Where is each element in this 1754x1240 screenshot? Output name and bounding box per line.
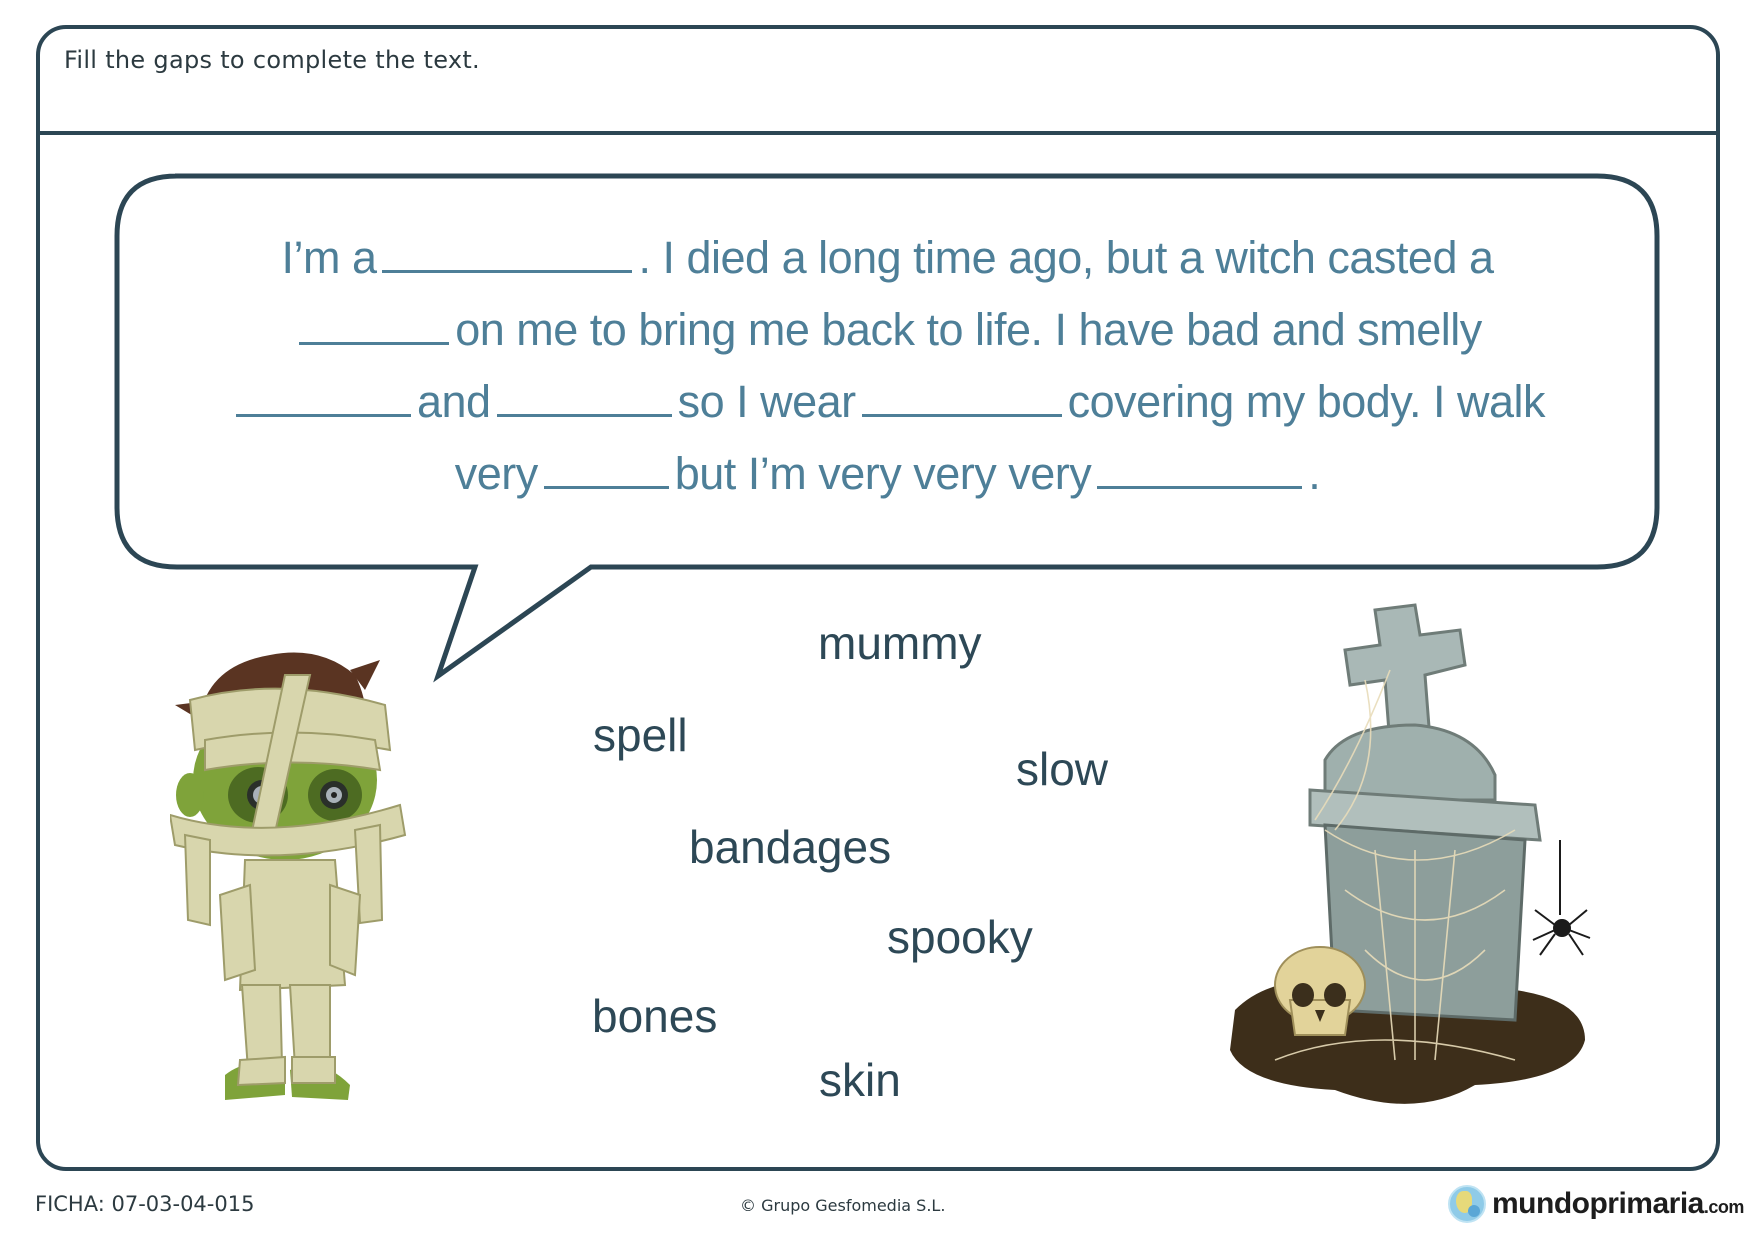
- word-bank-item: skin: [819, 1054, 901, 1106]
- spider: [1532, 840, 1591, 956]
- text-segment: but I’m very very very: [674, 448, 1092, 499]
- gap-fill-text: I’m a . I died a long time ago, but a wit…: [130, 222, 1645, 510]
- text-line: I’m a . I died a long time ago, but a wit…: [130, 222, 1645, 294]
- text-line: on me to bring me back to life. I have b…: [130, 294, 1645, 366]
- text-line: very but I’m very very very.: [130, 438, 1645, 510]
- mummy-feet: [225, 1055, 350, 1100]
- mummy-illustration: [170, 652, 407, 1100]
- answer-blank[interactable]: [299, 306, 450, 345]
- logo-name: mundoprimaria: [1492, 1187, 1704, 1220]
- text-segment: so I wear: [677, 376, 857, 427]
- answer-blank[interactable]: [496, 378, 672, 417]
- answer-blank[interactable]: [235, 378, 411, 417]
- word-bank-item: mummy: [818, 617, 982, 669]
- text-segment: very: [454, 448, 539, 499]
- answer-blank[interactable]: [861, 378, 1062, 417]
- answer-blank[interactable]: [543, 450, 669, 489]
- word-bank-item: spooky: [887, 911, 1033, 963]
- text-segment: I’m a: [281, 232, 377, 283]
- text-segment: covering my body. I walk: [1067, 376, 1546, 427]
- answer-blank[interactable]: [1097, 450, 1303, 489]
- logo-tld: .com: [1703, 1197, 1745, 1217]
- logo-text: mundoprimaria.com: [1492, 1187, 1744, 1221]
- text-segment: .: [1308, 448, 1321, 499]
- mummy-bandages: [170, 674, 407, 1072]
- text-segment: on me to bring me back to life. I have b…: [455, 304, 1482, 355]
- header-divider: [36, 131, 1716, 135]
- instruction-text: Fill the gaps to complete the text.: [64, 46, 480, 74]
- answer-blank[interactable]: [382, 234, 633, 273]
- worksheet-code: FICHA: 07-03-04-015: [35, 1192, 255, 1216]
- text-segment: and: [416, 376, 491, 427]
- word-bank-item: bones: [592, 990, 718, 1042]
- word-bank-item: bandages: [689, 821, 892, 873]
- mundoprimaria-logo[interactable]: mundoprimaria.com: [1448, 1183, 1744, 1225]
- text-line: and so I wear covering my body. I walk: [130, 366, 1645, 438]
- tombstone-illustration: [1230, 603, 1591, 1104]
- word-bank-item: spell: [593, 709, 688, 761]
- globe-icon: [1448, 1185, 1486, 1223]
- copyright-notice: © Grupo Gesfomedia S.L.: [740, 1196, 946, 1215]
- text-segment: . I died a long time ago, but a witch ca…: [638, 232, 1494, 283]
- word-bank-item: slow: [1016, 743, 1109, 795]
